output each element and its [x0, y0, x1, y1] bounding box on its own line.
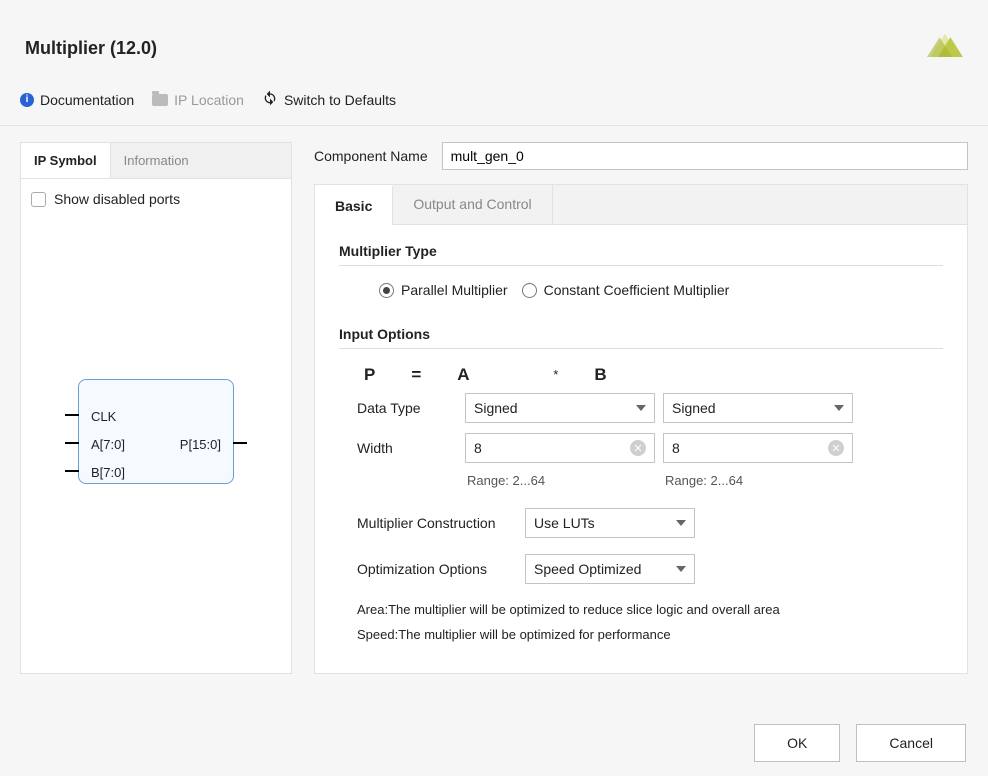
- multiplier-construction-select[interactable]: Use LUTs: [525, 508, 695, 538]
- ip-location-label: IP Location: [174, 92, 244, 108]
- note-area: Area:The multiplier will be optimized to…: [357, 598, 943, 623]
- documentation-link[interactable]: i Documentation: [20, 92, 134, 108]
- port-clk: CLK: [91, 409, 116, 424]
- clear-icon[interactable]: ✕: [630, 440, 646, 456]
- xilinx-logo-icon: [927, 30, 963, 66]
- component-name-input[interactable]: [442, 142, 968, 170]
- width-a-input[interactable]: 8 ✕: [465, 433, 655, 463]
- chevron-down-icon: [676, 566, 686, 572]
- multiplier-construction-label: Multiplier Construction: [357, 515, 507, 531]
- optimization-options-value: Speed Optimized: [534, 561, 641, 577]
- multiplier-construction-value: Use LUTs: [534, 515, 595, 531]
- page-title: Multiplier (12.0): [25, 38, 157, 59]
- width-a-value: 8: [474, 440, 482, 456]
- note-speed: Speed:The multiplier will be optimized f…: [357, 623, 943, 648]
- data-type-label: Data Type: [357, 400, 457, 416]
- tab-ip-symbol[interactable]: IP Symbol: [21, 143, 111, 178]
- folder-icon: [152, 94, 168, 106]
- tab-output-control[interactable]: Output and Control: [393, 185, 552, 224]
- port-a: A[7:0]: [91, 437, 125, 452]
- width-label: Width: [357, 440, 457, 456]
- ip-symbol-diagram: CLK A[7:0] P[15:0] B[7:0]: [78, 379, 234, 484]
- refresh-icon: [262, 90, 278, 109]
- documentation-label: Documentation: [40, 92, 134, 108]
- radio-parallel-multiplier[interactable]: Parallel Multiplier: [379, 282, 508, 298]
- component-name-label: Component Name: [314, 148, 428, 164]
- switch-defaults-link[interactable]: Switch to Defaults: [262, 90, 396, 109]
- optimization-options-select[interactable]: Speed Optimized: [525, 554, 695, 584]
- port-b: B[7:0]: [91, 465, 125, 480]
- radio-constant-label: Constant Coefficient Multiplier: [544, 282, 730, 298]
- tab-basic[interactable]: Basic: [315, 185, 393, 225]
- equation: P = A * B: [364, 365, 943, 385]
- optimization-options-label: Optimization Options: [357, 561, 507, 577]
- width-b-value: 8: [672, 440, 680, 456]
- multiplier-type-title: Multiplier Type: [339, 243, 943, 259]
- chevron-down-icon: [676, 520, 686, 526]
- data-type-b-value: Signed: [672, 400, 716, 416]
- input-options-title: Input Options: [339, 326, 943, 342]
- range-b-hint: Range: 2...64: [663, 473, 853, 488]
- data-type-a-select[interactable]: Signed: [465, 393, 655, 423]
- show-disabled-ports-checkbox[interactable]: Show disabled ports: [31, 191, 281, 207]
- left-panel: IP Symbol Information Show disabled port…: [20, 142, 292, 674]
- clear-icon[interactable]: ✕: [828, 440, 844, 456]
- tab-information[interactable]: Information: [111, 143, 202, 178]
- range-a-hint: Range: 2...64: [465, 473, 655, 488]
- info-icon: i: [20, 93, 34, 107]
- switch-defaults-label: Switch to Defaults: [284, 92, 396, 108]
- cancel-button[interactable]: Cancel: [856, 724, 966, 762]
- width-b-input[interactable]: 8 ✕: [663, 433, 853, 463]
- show-disabled-ports-label: Show disabled ports: [54, 191, 180, 207]
- data-type-a-value: Signed: [474, 400, 518, 416]
- chevron-down-icon: [636, 405, 646, 411]
- ok-button[interactable]: OK: [754, 724, 840, 762]
- radio-constant-coefficient[interactable]: Constant Coefficient Multiplier: [522, 282, 730, 298]
- radio-icon: [522, 283, 537, 298]
- chevron-down-icon: [834, 405, 844, 411]
- data-type-b-select[interactable]: Signed: [663, 393, 853, 423]
- checkbox-icon: [31, 192, 46, 207]
- radio-icon: [379, 283, 394, 298]
- ip-location-link: IP Location: [152, 92, 244, 108]
- port-p: P[15:0]: [180, 437, 221, 452]
- radio-parallel-label: Parallel Multiplier: [401, 282, 508, 298]
